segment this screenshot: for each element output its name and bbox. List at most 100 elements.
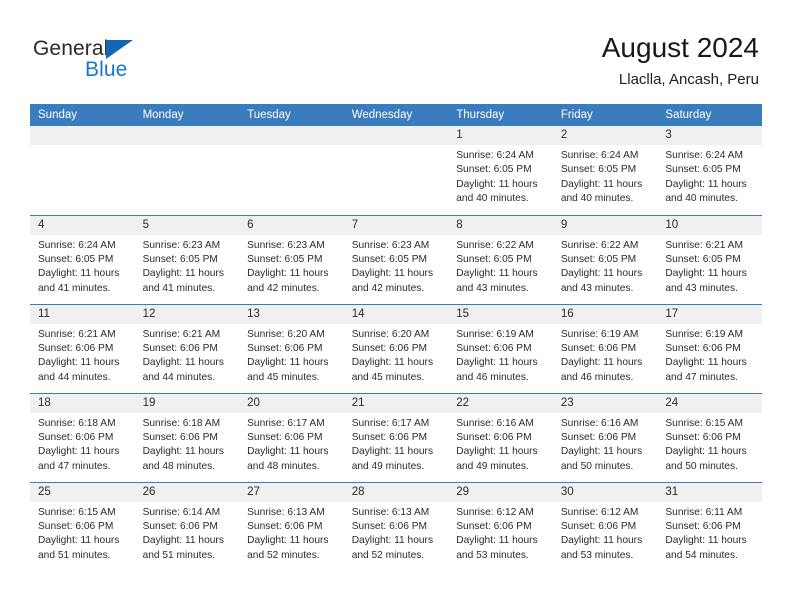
calendar-day-cell[interactable]: 23 Sunrise: 6:16 AM Sunset: 6:06 PM Dayligh… xyxy=(552,392,658,482)
sunset-text: Sunset: 6:06 PM xyxy=(247,431,323,443)
calendar-day-cell[interactable]: 31 Sunrise: 6:11 AM Sunset: 6:06 PM Dayligh… xyxy=(657,481,762,571)
sunset-text: Sunset: 6:05 PM xyxy=(560,253,637,265)
day-details: Sunrise: 6:12 AM Sunset: 6:06 PM Daylight:… xyxy=(448,502,553,564)
day-number xyxy=(134,126,240,145)
calendar-week-row: 4 Sunrise: 6:24 AM Sunset: 6:05 PM Daylight… xyxy=(30,214,762,304)
day-number: 2 xyxy=(552,126,658,145)
day-number: 3 xyxy=(657,126,762,145)
daylight-text-line1: Daylight: 11 hours xyxy=(38,357,120,369)
day-number: 20 xyxy=(239,393,344,413)
daylight-text-line2: and 40 minutes. xyxy=(456,193,529,205)
sunset-text: Sunset: 6:06 PM xyxy=(351,431,428,443)
sunset-text: Sunset: 6:06 PM xyxy=(351,342,428,354)
sunrise-text: Sunrise: 6:20 AM xyxy=(247,328,325,340)
calendar-day-cell[interactable]: 9 Sunrise: 6:22 AM Sunset: 6:05 PM Daylight… xyxy=(552,214,658,304)
sunset-text: Sunset: 6:06 PM xyxy=(247,520,323,532)
day-number: 6 xyxy=(239,215,344,235)
calendar-day-cell[interactable]: 8 Sunrise: 6:22 AM Sunset: 6:05 PM Daylight… xyxy=(448,214,553,304)
calendar-day-cell[interactable]: 19 Sunrise: 6:18 AM Sunset: 6:06 PM Dayligh… xyxy=(134,392,240,482)
sunset-text: Sunset: 6:06 PM xyxy=(456,342,532,354)
calendar-day-cell[interactable]: 28 Sunrise: 6:13 AM Sunset: 6:06 PM Dayligh… xyxy=(343,481,449,571)
calendar-day-cell[interactable]: 4 Sunrise: 6:24 AM Sunset: 6:05 PM Daylight… xyxy=(30,214,135,304)
calendar-day-cell[interactable]: 10 Sunrise: 6:21 AM Sunset: 6:05 PM Dayligh… xyxy=(657,214,762,304)
daylight-text-line2: and 43 minutes. xyxy=(665,282,738,294)
sunset-text: Sunset: 6:06 PM xyxy=(665,520,741,532)
daylight-text-line1: Daylight: 11 hours xyxy=(247,446,329,458)
daylight-text-line1: Daylight: 11 hours xyxy=(560,535,643,547)
daylight-text-line2: and 54 minutes. xyxy=(665,549,738,561)
calendar-day-cell[interactable]: 1 Sunrise: 6:24 AM Sunset: 6:05 PM Daylight… xyxy=(448,126,553,215)
daylight-text-line1: Daylight: 11 hours xyxy=(142,446,224,458)
day-details: Sunrise: 6:18 AM Sunset: 6:06 PM Daylight:… xyxy=(135,413,240,475)
day-number: 11 xyxy=(30,304,135,324)
calendar-day-cell[interactable]: 25 Sunrise: 6:15 AM Sunset: 6:06 PM Dayligh… xyxy=(30,481,135,571)
daylight-text-line1: Daylight: 11 hours xyxy=(456,357,538,369)
daylight-text-line1: Daylight: 11 hours xyxy=(665,268,747,280)
day-number: 1 xyxy=(448,126,553,145)
day-details: Sunrise: 6:12 AM Sunset: 6:06 PM Daylight:… xyxy=(553,502,658,564)
calendar-day-cell[interactable]: 3 Sunrise: 6:24 AM Sunset: 6:05 PM Daylight… xyxy=(657,126,762,215)
day-number: 30 xyxy=(552,482,658,502)
calendar-day-cell[interactable]: 6 Sunrise: 6:23 AM Sunset: 6:05 PM Daylight… xyxy=(239,214,344,304)
calendar-day-cell[interactable]: 2 Sunrise: 6:24 AM Sunset: 6:05 PM Daylight… xyxy=(552,126,658,215)
daylight-text-line2: and 53 minutes. xyxy=(560,549,634,561)
day-details: Sunrise: 6:21 AM Sunset: 6:06 PM Daylight:… xyxy=(30,324,135,386)
calendar-page: General Blue August 2024 Llaclla, Ancash… xyxy=(0,0,792,612)
sunset-text: Sunset: 6:06 PM xyxy=(456,431,532,443)
day-number xyxy=(343,126,449,145)
daylight-text-line1: Daylight: 11 hours xyxy=(351,268,434,280)
calendar-day-cell-empty xyxy=(343,126,449,215)
day-details: Sunrise: 6:16 AM Sunset: 6:06 PM Daylight:… xyxy=(553,413,658,475)
day-number: 13 xyxy=(239,304,344,324)
calendar-day-cell[interactable]: 16 Sunrise: 6:19 AM Sunset: 6:06 PM Dayligh… xyxy=(552,303,658,393)
sunset-text: Sunset: 6:06 PM xyxy=(38,342,114,354)
logo-wordmark-general: General xyxy=(33,38,134,59)
day-details: Sunrise: 6:15 AM Sunset: 6:06 PM Daylight:… xyxy=(30,502,135,564)
calendar-day-cell[interactable]: 7 Sunrise: 6:23 AM Sunset: 6:05 PM Daylight… xyxy=(343,214,449,304)
title-block: August 2024 Llaclla, Ancash, Peru xyxy=(602,30,759,91)
calendar-day-cell[interactable]: 29 Sunrise: 6:12 AM Sunset: 6:06 PM Dayligh… xyxy=(448,481,553,571)
day-details: Sunrise: 6:21 AM Sunset: 6:06 PM Daylight:… xyxy=(135,324,240,386)
daylight-text-line2: and 48 minutes. xyxy=(247,460,320,472)
day-details: Sunrise: 6:11 AM Sunset: 6:06 PM Daylight:… xyxy=(657,502,762,564)
calendar-day-cell[interactable]: 24 Sunrise: 6:15 AM Sunset: 6:06 PM Dayligh… xyxy=(657,392,762,482)
weekday-header-wednesday: Wednesday xyxy=(343,104,449,126)
sunrise-text: Sunrise: 6:14 AM xyxy=(142,506,221,518)
sunrise-text: Sunrise: 6:19 AM xyxy=(560,328,639,340)
sunrise-text: Sunrise: 6:21 AM xyxy=(142,328,221,340)
calendar-day-cell[interactable]: 12 Sunrise: 6:21 AM Sunset: 6:06 PM Dayligh… xyxy=(134,303,240,393)
calendar-day-cell[interactable]: 21 Sunrise: 6:17 AM Sunset: 6:06 PM Dayligh… xyxy=(343,392,449,482)
calendar-day-cell[interactable]: 20 Sunrise: 6:17 AM Sunset: 6:06 PM Dayligh… xyxy=(239,392,344,482)
sunset-text: Sunset: 6:06 PM xyxy=(142,431,218,443)
calendar-day-cell[interactable]: 11 Sunrise: 6:21 AM Sunset: 6:06 PM Dayligh… xyxy=(30,303,135,393)
calendar-day-cell[interactable]: 18 Sunrise: 6:18 AM Sunset: 6:06 PM Dayligh… xyxy=(30,392,135,482)
daylight-text-line1: Daylight: 11 hours xyxy=(351,446,434,458)
page-title: August 2024 xyxy=(601,32,759,63)
day-details: Sunrise: 6:23 AM Sunset: 6:05 PM Daylight:… xyxy=(135,235,240,297)
daylight-text-line2: and 44 minutes. xyxy=(142,371,216,383)
sunrise-text: Sunrise: 6:16 AM xyxy=(456,417,534,429)
day-details: Sunrise: 6:19 AM Sunset: 6:06 PM Daylight:… xyxy=(553,324,658,386)
day-details: Sunrise: 6:22 AM Sunset: 6:05 PM Daylight:… xyxy=(553,235,658,297)
calendar-week-row: 25 Sunrise: 6:15 AM Sunset: 6:06 PM Dayligh… xyxy=(30,481,762,571)
weekday-header-sunday: Sunday xyxy=(30,104,135,126)
logo-text-blue: Blue xyxy=(85,58,128,81)
day-number: 10 xyxy=(657,215,762,235)
calendar-header: Sunday Monday Tuesday Wednesday Thursday… xyxy=(30,104,762,126)
calendar-day-cell[interactable]: 30 Sunrise: 6:12 AM Sunset: 6:06 PM Dayligh… xyxy=(552,481,658,571)
calendar-day-cell[interactable]: 14 Sunrise: 6:20 AM Sunset: 6:06 PM Dayligh… xyxy=(343,303,449,393)
daylight-text-line1: Daylight: 11 hours xyxy=(560,446,643,458)
calendar-day-cell[interactable]: 27 Sunrise: 6:13 AM Sunset: 6:06 PM Dayligh… xyxy=(239,481,344,571)
calendar-day-cell[interactable]: 22 Sunrise: 6:16 AM Sunset: 6:06 PM Dayligh… xyxy=(448,392,553,482)
daylight-text-line2: and 52 minutes. xyxy=(351,549,425,561)
general-blue-logo[interactable]: General Blue xyxy=(33,38,134,81)
calendar-day-cell[interactable]: 26 Sunrise: 6:14 AM Sunset: 6:06 PM Dayligh… xyxy=(134,481,240,571)
calendar-day-cell[interactable]: 13 Sunrise: 6:20 AM Sunset: 6:06 PM Dayligh… xyxy=(239,303,344,393)
calendar-day-cell[interactable]: 17 Sunrise: 6:19 AM Sunset: 6:06 PM Dayligh… xyxy=(657,303,762,393)
sunrise-text: Sunrise: 6:24 AM xyxy=(38,239,116,251)
calendar-day-cell[interactable]: 15 Sunrise: 6:19 AM Sunset: 6:06 PM Dayligh… xyxy=(448,303,553,393)
calendar-day-cell[interactable]: 5 Sunrise: 6:23 AM Sunset: 6:05 PM Daylight… xyxy=(134,214,240,304)
day-number: 19 xyxy=(134,393,240,413)
day-number xyxy=(239,126,344,145)
sunset-text: Sunset: 6:06 PM xyxy=(38,520,114,532)
